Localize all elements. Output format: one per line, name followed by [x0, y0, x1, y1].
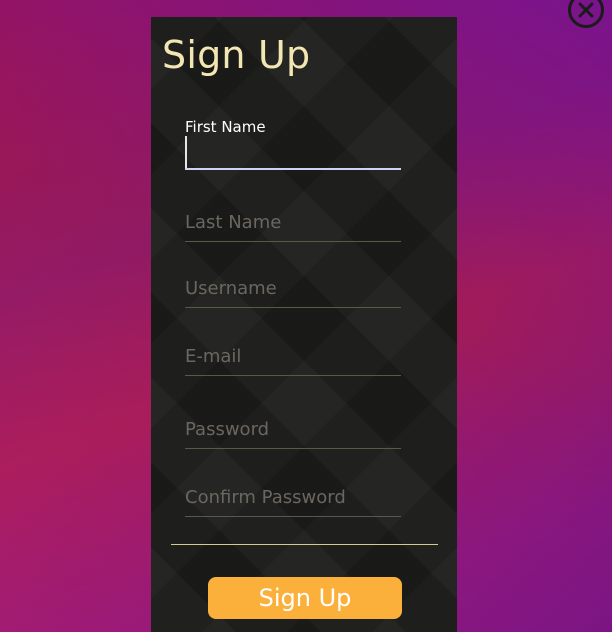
password-field	[185, 416, 401, 449]
username-underline	[185, 307, 401, 308]
close-icon	[578, 2, 594, 18]
signup-button[interactable]: Sign Up	[208, 577, 402, 619]
password-input[interactable]	[185, 416, 401, 448]
confirm-password-underline	[185, 516, 401, 517]
email-field	[185, 343, 401, 376]
last-name-input[interactable]	[185, 209, 401, 241]
first-name-input[interactable]	[185, 136, 401, 168]
page-title: Sign Up	[162, 33, 311, 77]
signup-panel: Sign Up First Name Sign Up	[151, 17, 457, 632]
first-name-underline	[185, 168, 401, 170]
last-name-underline	[185, 241, 401, 242]
username-field	[185, 275, 401, 308]
divider	[171, 544, 438, 545]
username-input[interactable]	[185, 275, 401, 307]
email-underline	[185, 375, 401, 376]
last-name-field	[185, 209, 401, 242]
confirm-password-field	[185, 484, 401, 517]
confirm-password-input[interactable]	[185, 484, 401, 516]
first-name-label: First Name	[185, 118, 266, 136]
email-input[interactable]	[185, 343, 401, 375]
first-name-field: First Name	[185, 118, 401, 170]
close-button[interactable]	[568, 0, 604, 28]
password-underline	[185, 448, 401, 449]
